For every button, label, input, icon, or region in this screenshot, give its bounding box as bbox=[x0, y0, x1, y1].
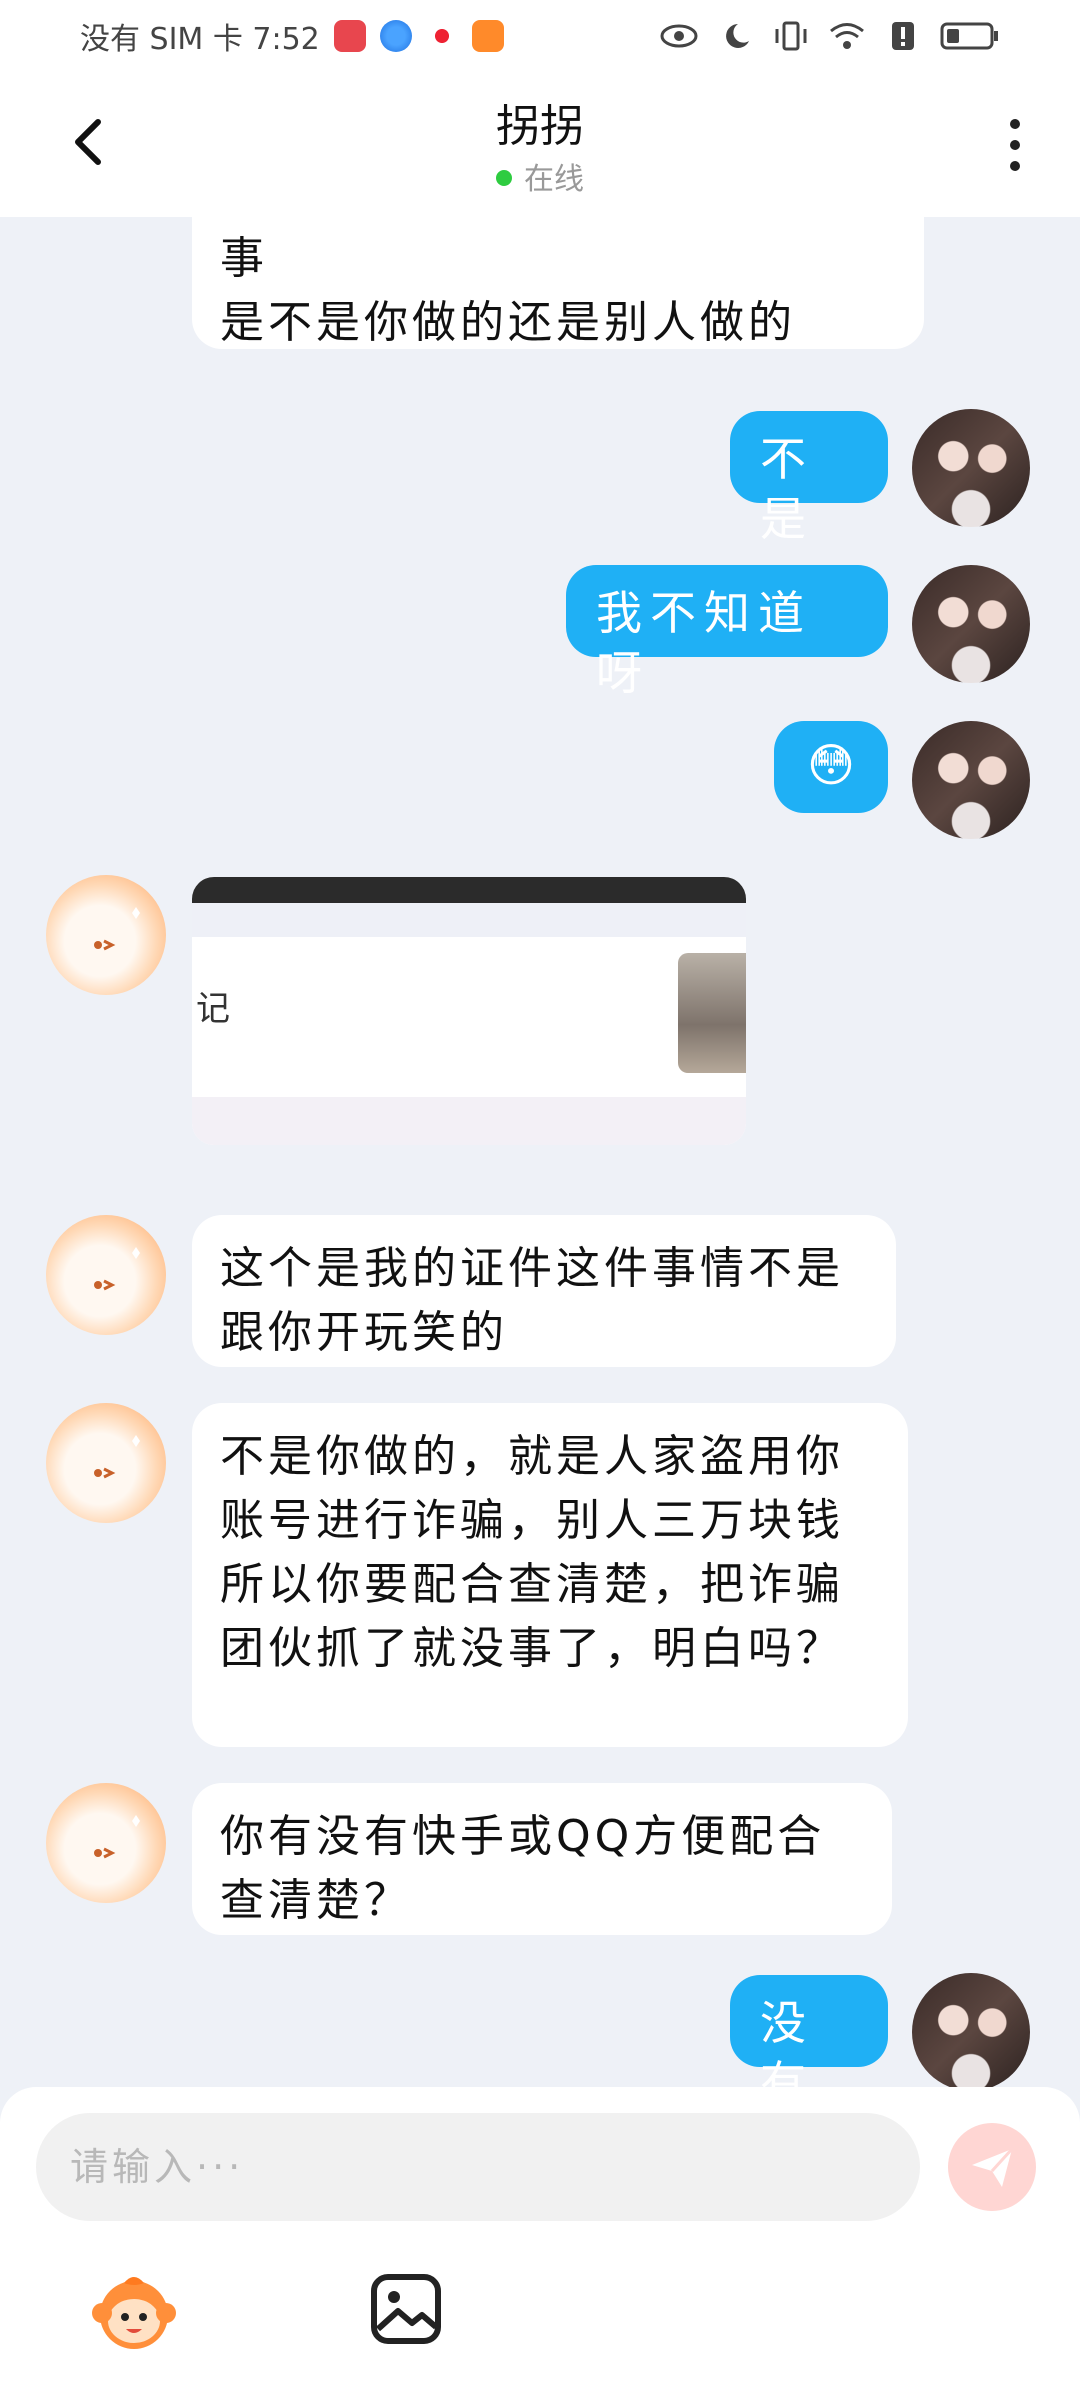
contact-avatar[interactable] bbox=[46, 1403, 166, 1523]
image-body: 记 bbox=[192, 937, 746, 1097]
contact-name: 拐拐 bbox=[496, 101, 584, 152]
image-message[interactable]: 记 bbox=[192, 877, 746, 1145]
eye-icon bbox=[660, 24, 698, 48]
browser-icon bbox=[379, 20, 412, 52]
flushed-face-emoji: 😳 bbox=[807, 738, 855, 792]
my-avatar[interactable] bbox=[912, 409, 1030, 527]
chat-message-list[interactable]: 事 是不是你做的还是别人做的 不是 我不知道呀 😳 记 这个是我的证件这件事情不… bbox=[0, 217, 1080, 2087]
online-status: 在线 bbox=[0, 154, 1080, 198]
status-bar: 没有 SIM 卡 7:52 bbox=[0, 0, 1080, 72]
monkey-emoji-icon[interactable] bbox=[88, 2265, 180, 2357]
carrier-time: 没有 SIM 卡 7:52 bbox=[80, 22, 320, 57]
message-text: 没有 bbox=[760, 1996, 814, 2087]
contact-avatar-icon bbox=[94, 1435, 140, 1479]
message-text-line: 事 bbox=[220, 233, 268, 284]
outgoing-message[interactable]: 不是 bbox=[730, 411, 888, 546]
contact-avatar-icon bbox=[94, 1815, 140, 1859]
battery-icon bbox=[940, 22, 998, 50]
message-text: 你有没有快手或QQ方便配合查清楚？ bbox=[220, 1811, 826, 1926]
online-dot-icon bbox=[496, 169, 512, 186]
outgoing-message[interactable]: 没有 bbox=[730, 1975, 888, 2087]
incoming-message[interactable]: 这个是我的证件这件事情不是跟你开玩笑的 bbox=[192, 1215, 896, 1367]
camera-icon bbox=[425, 20, 458, 52]
image-icon[interactable] bbox=[368, 2271, 444, 2347]
incoming-message[interactable]: 不是你做的，就是人家盗用你账号进行诈骗，别人三万块钱 所以你要配合查清楚，把诈骗… bbox=[192, 1403, 908, 1747]
contact-avatar[interactable] bbox=[46, 1783, 166, 1903]
contact-avatar-icon bbox=[94, 1247, 140, 1291]
contact-avatar-icon bbox=[94, 907, 140, 951]
wifi-icon bbox=[830, 23, 864, 49]
incoming-message[interactable]: 你有没有快手或QQ方便配合查清楚？ bbox=[192, 1783, 892, 1935]
message-input[interactable] bbox=[36, 2113, 920, 2221]
message-text: 不是你做的，就是人家盗用你账号进行诈骗，别人三万块钱 所以你要配合查清楚，把诈骗… bbox=[220, 1431, 844, 1674]
outgoing-message[interactable]: 我不知道呀 bbox=[566, 565, 888, 700]
id-photo bbox=[678, 953, 746, 1073]
image-text: 记 bbox=[196, 989, 230, 1029]
send-button[interactable] bbox=[948, 2123, 1036, 2211]
image-top-bar bbox=[192, 877, 746, 903]
message-text: 我不知道呀 bbox=[596, 586, 812, 700]
message-text: 不是 bbox=[760, 432, 814, 546]
incoming-message[interactable]: 事 是不是你做的还是别人做的 bbox=[192, 217, 924, 349]
online-status-text: 在线 bbox=[524, 162, 584, 197]
outgoing-emoji-message[interactable]: 😳 bbox=[774, 721, 888, 813]
image-strip bbox=[192, 903, 746, 937]
chat-header: 拐拐 在线 bbox=[0, 72, 1080, 217]
image-bottom bbox=[192, 1097, 746, 1145]
message-text: 这个是我的证件这件事情不是跟你开玩笑的 bbox=[220, 1243, 844, 1358]
send-icon bbox=[972, 2147, 1014, 2187]
huawei-appgallery-icon bbox=[333, 20, 366, 52]
alert-icon bbox=[892, 22, 914, 50]
contact-avatar[interactable] bbox=[46, 1215, 166, 1335]
input-panel bbox=[0, 2087, 1080, 2400]
my-avatar[interactable] bbox=[912, 721, 1030, 839]
moon-icon bbox=[726, 24, 749, 48]
message-text-line: 是不是你做的还是别人做的 bbox=[220, 297, 796, 348]
more-options-button[interactable] bbox=[1000, 110, 1030, 180]
video-icon bbox=[471, 20, 504, 52]
my-avatar[interactable] bbox=[912, 1973, 1030, 2087]
vibrate-icon bbox=[775, 21, 807, 51]
contact-avatar[interactable] bbox=[46, 875, 166, 995]
my-avatar[interactable] bbox=[912, 565, 1030, 683]
